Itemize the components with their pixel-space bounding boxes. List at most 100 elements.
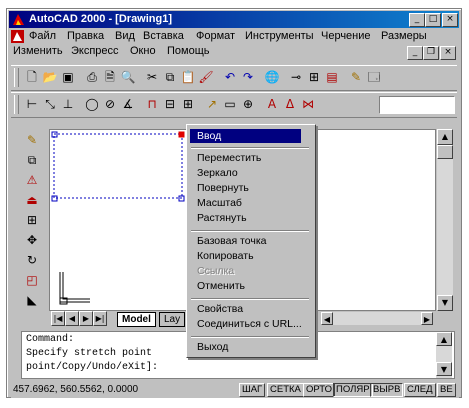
scroll-down-button[interactable]: ▼ [436, 362, 452, 376]
tab-model[interactable]: Model [117, 312, 156, 327]
ctx-stretch[interactable]: Растянуть [197, 212, 247, 224]
menu-view[interactable]: Вид [115, 30, 135, 42]
menu-file[interactable]: Файл [29, 30, 56, 42]
polar-toggle[interactable]: ПОЛЯР [333, 383, 373, 397]
find-icon[interactable]: 🔍 [119, 69, 137, 86]
scale-icon[interactable]: ◰ [23, 271, 41, 289]
prev-tab-button[interactable]: ◀ [65, 311, 79, 326]
autocad-app-icon[interactable] [12, 13, 25, 26]
ctx-exit[interactable]: Выход [197, 341, 228, 353]
erase-icon[interactable]: ✎ [23, 131, 41, 149]
ctx-rotate[interactable]: Повернуть [197, 182, 249, 194]
menu-draw[interactable]: Черчение [321, 30, 371, 42]
next-tab-button[interactable]: ▶ [79, 311, 93, 326]
scroll-left-button[interactable]: ◀ [321, 312, 333, 325]
leader-icon[interactable]: ↗ [203, 96, 221, 113]
copy-icon[interactable]: ⧉ [161, 69, 179, 86]
ctx-scale[interactable]: Масштаб [197, 197, 242, 209]
vertical-scrollbar[interactable]: ▲ ▼ [437, 129, 453, 311]
menu-format[interactable]: Формат [196, 30, 235, 42]
menu-window[interactable]: Окно [130, 45, 156, 57]
otrack-toggle[interactable]: СЛЕД [404, 383, 436, 397]
ctx-base-point[interactable]: Базовая точка [197, 235, 267, 247]
menu-express[interactable]: Экспресс [71, 45, 119, 57]
scroll-down-button[interactable]: ▼ [437, 295, 453, 311]
dim-linear-icon[interactable]: ⊢ [23, 96, 41, 113]
minimize-button[interactable]: _ [409, 13, 425, 27]
ctx-mirror[interactable]: Зеркало [197, 167, 238, 179]
tolerance-icon[interactable]: ▭ [221, 96, 239, 113]
save-icon[interactable]: ▣ [59, 69, 77, 86]
menu-dimension[interactable]: Размеры [381, 30, 427, 42]
title-bar[interactable]: AutoCAD 2000 - [Drawing1] _ □ × [9, 11, 459, 28]
toolbar-grip[interactable] [14, 68, 19, 87]
redo-icon[interactable]: ↷ [239, 69, 257, 86]
mirror-icon[interactable]: ⚠ [23, 171, 41, 189]
offset-icon[interactable]: ⏏ [23, 191, 41, 209]
doc-restore-button[interactable]: ❐ [423, 46, 439, 60]
ctx-undo[interactable]: Отменить [197, 280, 245, 292]
coordinates-display[interactable]: 457.6962, 560.5562, 0.0000 [13, 384, 138, 395]
ctx-move[interactable]: Переместить [197, 152, 261, 164]
undo-icon[interactable]: ↶ [221, 69, 239, 86]
stretch-icon[interactable]: ◣ [23, 291, 41, 309]
menu-edit[interactable]: Правка [67, 30, 104, 42]
preview-icon[interactable]: 🗎 [101, 69, 119, 86]
ctx-enter[interactable]: Ввод [190, 129, 301, 143]
open-icon[interactable]: 📂 [41, 69, 59, 86]
menu-modify[interactable]: Изменить [13, 45, 63, 57]
baseline-icon[interactable]: ⊟ [161, 96, 179, 113]
move-icon[interactable]: ✥ [23, 231, 41, 249]
quick-dim-icon[interactable]: ⊓ [143, 96, 161, 113]
dim-radius-icon[interactable]: ◯ [83, 96, 101, 113]
array-icon[interactable]: ⊞ [23, 211, 41, 229]
scroll-right-button[interactable]: ▶ [421, 312, 433, 325]
ortho-toggle[interactable]: ОРТО [303, 383, 336, 397]
dim-angular-icon[interactable]: ∡ [119, 96, 137, 113]
grid-toggle[interactable]: СЕТКА [267, 383, 304, 397]
doc-minimize-button[interactable]: _ [407, 46, 423, 60]
snap-icon[interactable]: ⊸ [287, 69, 305, 86]
dim-style-icon[interactable]: ⋈ [299, 96, 317, 113]
paste-icon[interactable]: 📋 [179, 69, 197, 86]
dim-style-select[interactable] [379, 96, 455, 114]
osnap-toggle[interactable]: ВЫРВ [370, 383, 404, 397]
horizontal-scrollbar[interactable]: ◀ ▶ [321, 312, 433, 325]
continue-icon[interactable]: ⊞ [179, 96, 197, 113]
ctx-go-to-url[interactable]: Соединиться с URL... [197, 318, 302, 330]
scroll-thumb[interactable] [437, 145, 453, 159]
ctx-properties[interactable]: Свойства [197, 303, 243, 315]
link-icon[interactable]: 🌐 [263, 69, 281, 86]
close-button[interactable]: × [442, 13, 458, 27]
snap-toggle[interactable]: ШАГ [239, 383, 266, 397]
first-tab-button[interactable]: |◀ [51, 311, 65, 326]
pen-icon[interactable]: ✎ [347, 69, 365, 86]
menu-help[interactable]: Помощь [167, 45, 210, 57]
ortho-icon[interactable]: ⊞ [305, 69, 323, 86]
scroll-up-button[interactable]: ▲ [436, 332, 452, 346]
document-icon[interactable] [11, 30, 24, 43]
command-scrollbar[interactable]: ▲ ▼ [436, 332, 452, 378]
rotate-icon[interactable]: ↻ [23, 251, 41, 269]
maximize-button[interactable]: □ [425, 13, 441, 27]
layer-icon[interactable]: ▤ [323, 69, 341, 86]
dim-aligned-icon[interactable]: ⤡ [41, 96, 59, 113]
copy-object-icon[interactable]: ⧉ [23, 151, 41, 169]
lwt-toggle[interactable]: ВЕ [437, 383, 456, 397]
doc-close-button[interactable]: × [440, 46, 456, 60]
menu-insert[interactable]: Вставка [143, 30, 184, 42]
dim-text-icon[interactable]: Δ [281, 96, 299, 113]
match-icon[interactable]: 🖌 [197, 69, 215, 86]
tab-layout[interactable]: Lay [159, 312, 186, 327]
cut-icon[interactable]: ✂ [143, 69, 161, 86]
dim-edit-icon[interactable]: A [263, 96, 281, 113]
new-icon[interactable]: 🗋 [23, 69, 41, 86]
ctx-copy[interactable]: Копировать [197, 250, 254, 262]
dim-ordinate-icon[interactable]: ⊥ [59, 96, 77, 113]
scroll-up-button[interactable]: ▲ [437, 129, 453, 145]
menu-tools[interactable]: Инструменты [245, 30, 314, 42]
dim-diameter-icon[interactable]: ⊘ [101, 96, 119, 113]
window-icon[interactable]: 🗔 [365, 69, 383, 86]
toolbar-grip[interactable] [14, 95, 19, 114]
last-tab-button[interactable]: ▶| [93, 311, 107, 326]
